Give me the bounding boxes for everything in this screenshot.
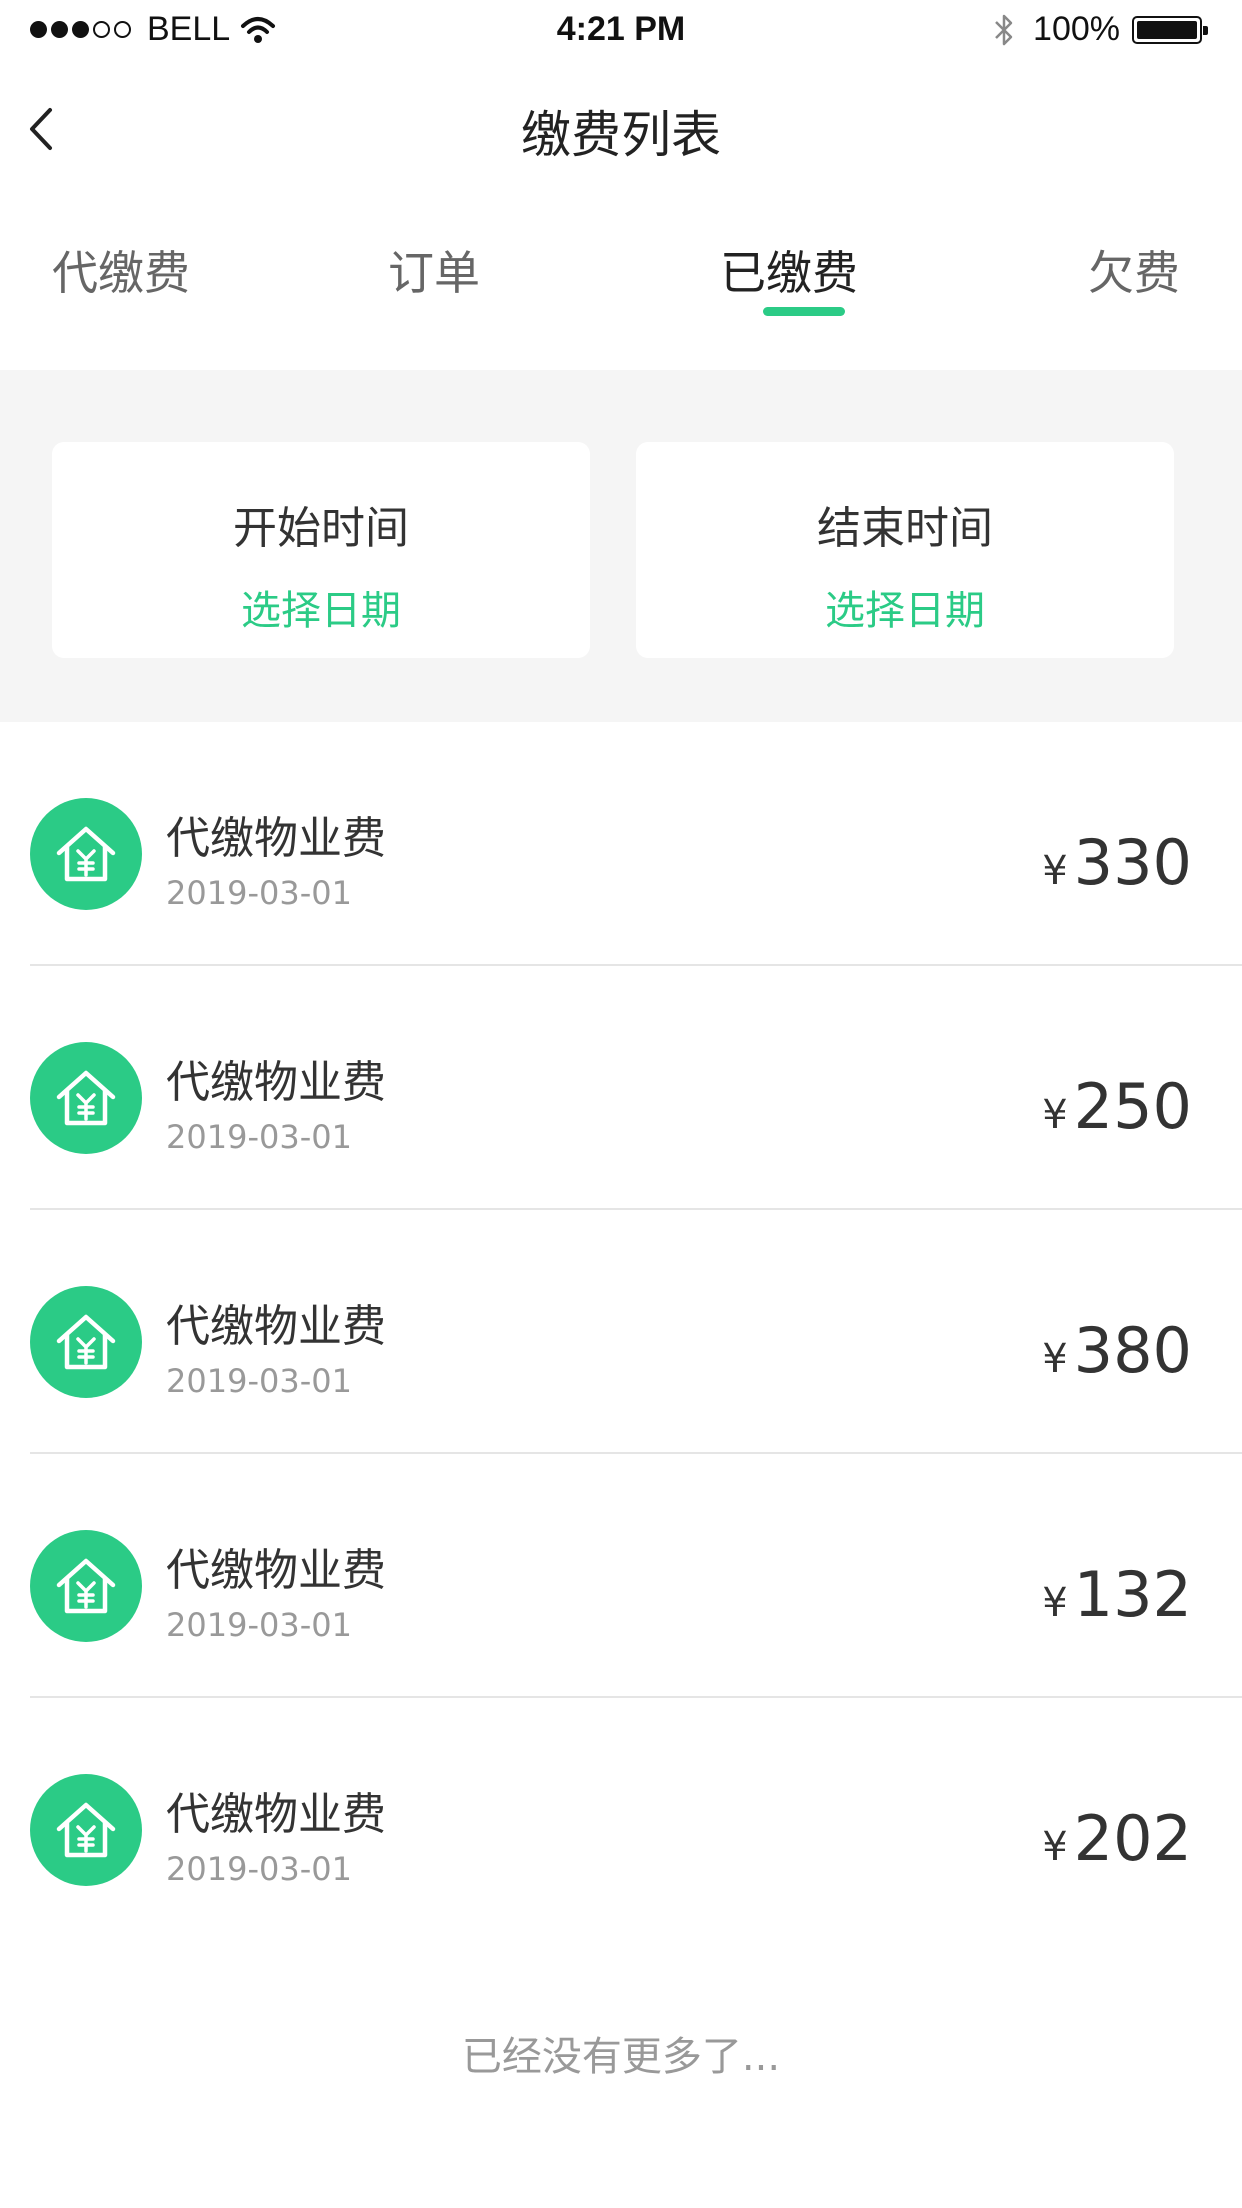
tab-dingdan[interactable]: 订单 (388, 237, 480, 303)
item-date: 2019-03-01 (166, 1850, 352, 1888)
battery-icon (1132, 15, 1208, 44)
start-date-picker[interactable]: 开始时间 选择日期 (52, 442, 590, 658)
end-date-placeholder: 选择日期 (825, 588, 985, 634)
house-yuan-icon (30, 1774, 142, 1886)
currency-symbol: ¥ (1042, 1824, 1068, 1870)
amount-value: 132 (1073, 1558, 1192, 1631)
amount-value: 380 (1073, 1314, 1192, 1387)
amount-value: 202 (1073, 1802, 1192, 1875)
payment-list: 代缴物业费 2019-03-01 ¥ 330 代缴物业费 2019-03-01 … (0, 722, 1242, 1942)
item-title: 代缴物业费 (166, 1789, 386, 1840)
house-yuan-icon (30, 1286, 142, 1398)
tab-qianfei[interactable]: 欠费 (1088, 237, 1180, 303)
amount-value: 330 (1073, 826, 1192, 899)
house-yuan-icon (30, 798, 142, 910)
currency-symbol: ¥ (1042, 848, 1068, 894)
amount-value: 250 (1073, 1070, 1192, 1143)
item-amount: ¥ 250 (1042, 1070, 1192, 1143)
page-title: 缴费列表 (521, 106, 721, 164)
date-filter: 开始时间 选择日期 结束时间 选择日期 (0, 370, 1242, 722)
item-amount: ¥ 380 (1042, 1314, 1192, 1387)
house-yuan-icon (30, 1530, 142, 1642)
item-date: 2019-03-01 (166, 1362, 352, 1400)
status-bar-right: 100% (993, 10, 1208, 49)
status-bar: BELL 4:21 PM 100% (0, 0, 1242, 60)
nav-bar: 缴费列表 (0, 60, 1242, 190)
start-date-placeholder: 选择日期 (241, 588, 401, 634)
end-date-label: 结束时间 (817, 503, 993, 554)
tab-active-indicator (763, 307, 845, 316)
currency-symbol: ¥ (1042, 1336, 1068, 1382)
item-amount: ¥ 202 (1042, 1802, 1192, 1875)
item-title: 代缴物业费 (166, 1057, 386, 1108)
tab-yijiaofei[interactable]: 已缴费 (720, 237, 858, 303)
item-date: 2019-03-01 (166, 1606, 352, 1644)
list-item[interactable]: 代缴物业费 2019-03-01 ¥ 202 (0, 1698, 1242, 1942)
item-amount: ¥ 132 (1042, 1558, 1192, 1631)
item-date: 2019-03-01 (166, 1118, 352, 1156)
item-date: 2019-03-01 (166, 874, 352, 912)
list-end-text: 已经没有更多了... (461, 2034, 781, 2080)
list-item[interactable]: 代缴物业费 2019-03-01 ¥ 132 (0, 1454, 1242, 1698)
list-item[interactable]: 代缴物业费 2019-03-01 ¥ 380 (0, 1210, 1242, 1454)
tab-bar: 代缴费 订单 已缴费 欠费 (0, 225, 1242, 370)
end-date-picker[interactable]: 结束时间 选择日期 (636, 442, 1174, 658)
list-item[interactable]: 代缴物业费 2019-03-01 ¥ 330 (0, 722, 1242, 966)
list-item[interactable]: 代缴物业费 2019-03-01 ¥ 250 (0, 966, 1242, 1210)
item-title: 代缴物业费 (166, 1545, 386, 1596)
item-title: 代缴物业费 (166, 1301, 386, 1352)
bluetooth-icon (995, 14, 1013, 45)
tab-daijiaofei[interactable]: 代缴费 (52, 237, 190, 303)
item-amount: ¥ 330 (1042, 826, 1192, 899)
item-title: 代缴物业费 (166, 813, 386, 864)
start-date-label: 开始时间 (233, 503, 409, 554)
currency-symbol: ¥ (1042, 1092, 1068, 1138)
battery-percent: 100% (1033, 10, 1120, 48)
house-yuan-icon (30, 1042, 142, 1154)
currency-symbol: ¥ (1042, 1580, 1068, 1626)
